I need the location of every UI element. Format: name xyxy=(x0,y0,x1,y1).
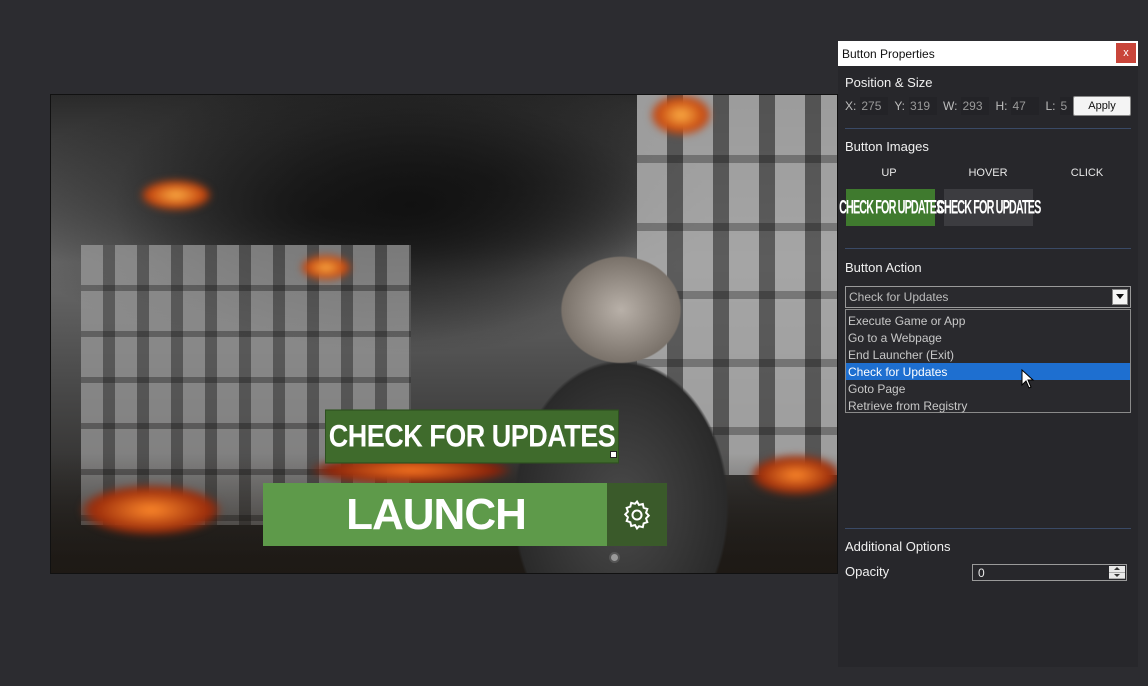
opacity-label: Opacity xyxy=(845,564,890,579)
action-option-webpage[interactable]: Go to a Webpage xyxy=(846,329,1130,346)
stepper-down-icon[interactable] xyxy=(1109,573,1125,579)
position-size-row: X: 275 Y: 319 W: 293 H: 47 L: 5 xyxy=(845,97,1088,115)
action-select[interactable]: Check for Updates xyxy=(845,286,1131,308)
action-option-goto-page[interactable]: Goto Page xyxy=(846,380,1130,397)
section-divider xyxy=(845,248,1131,249)
hover-thumb-text: CHECK FOR UPDATES xyxy=(936,196,1041,219)
section-divider xyxy=(845,528,1131,529)
close-icon: x xyxy=(1123,47,1129,59)
action-option-exit[interactable]: End Launcher (Exit) xyxy=(846,346,1130,363)
mouse-cursor-icon xyxy=(1021,369,1035,389)
check-for-updates-button[interactable]: CHECK FOR UPDATES xyxy=(325,409,619,464)
opacity-input[interactable]: 0 xyxy=(972,564,1127,581)
x-label: X: xyxy=(845,99,857,113)
settings-button[interactable] xyxy=(607,483,667,546)
w-label: W: xyxy=(943,99,958,113)
opacity-value: 0 xyxy=(978,565,985,580)
y-label: Y: xyxy=(894,99,906,113)
up-thumb-text: CHECK FOR UPDATES xyxy=(838,196,943,219)
section-divider xyxy=(845,128,1131,129)
action-option-registry[interactable]: Retrieve from Registry xyxy=(846,397,1130,414)
launch-button[interactable]: LAUNCH xyxy=(263,483,609,546)
action-option-check-updates[interactable]: Check for Updates xyxy=(846,363,1130,380)
check-for-updates-label: CHECK FOR UPDATES xyxy=(328,418,616,454)
h-label: H: xyxy=(995,99,1008,113)
opacity-stepper[interactable] xyxy=(1109,566,1125,579)
panel-title: Button Properties xyxy=(842,46,935,61)
action-dropdown-list: Execute Game or App Go to a Webpage End … xyxy=(845,309,1131,413)
close-button[interactable]: x xyxy=(1116,43,1136,63)
width-field[interactable]: 293 xyxy=(961,97,990,115)
hover-image-thumbnail[interactable]: CHECK FOR UPDATES xyxy=(937,189,1041,226)
button-images-heading: Button Images xyxy=(845,139,929,154)
fire-effect xyxy=(651,95,711,135)
gear-icon xyxy=(623,499,651,530)
additional-options-heading: Additional Options xyxy=(845,539,951,554)
y-field[interactable]: 319 xyxy=(909,97,938,115)
height-field[interactable]: 47 xyxy=(1011,97,1040,115)
fire-effect xyxy=(81,485,221,535)
action-option-execute[interactable]: Execute Game or App xyxy=(846,312,1130,329)
state-hover-label: HOVER xyxy=(968,167,1008,179)
l-label: L: xyxy=(1045,99,1056,113)
resize-handle[interactable] xyxy=(610,451,617,458)
button-action-heading: Button Action xyxy=(845,260,922,275)
launcher-preview-canvas[interactable]: CHECK FOR UPDATES LAUNCH xyxy=(50,94,838,574)
up-image-thumbnail[interactable]: CHECK FOR UPDATES xyxy=(839,189,943,226)
fire-effect xyxy=(141,180,211,210)
fire-effect xyxy=(301,255,351,280)
state-up-label: UP xyxy=(881,167,897,179)
chevron-down-icon[interactable] xyxy=(1112,289,1128,305)
launch-label: LAUNCH xyxy=(346,489,527,539)
button-properties-panel: Button Properties x Position & Size X: 2… xyxy=(838,41,1138,667)
position-size-heading: Position & Size xyxy=(845,75,933,90)
action-select-value: Check for Updates xyxy=(849,290,949,304)
state-click-label: CLICK xyxy=(1070,167,1104,179)
apply-button[interactable]: Apply xyxy=(1073,96,1131,116)
panel-title-bar: Button Properties x xyxy=(838,41,1138,66)
anchor-handle[interactable] xyxy=(609,552,620,563)
x-field[interactable]: 275 xyxy=(860,97,889,115)
